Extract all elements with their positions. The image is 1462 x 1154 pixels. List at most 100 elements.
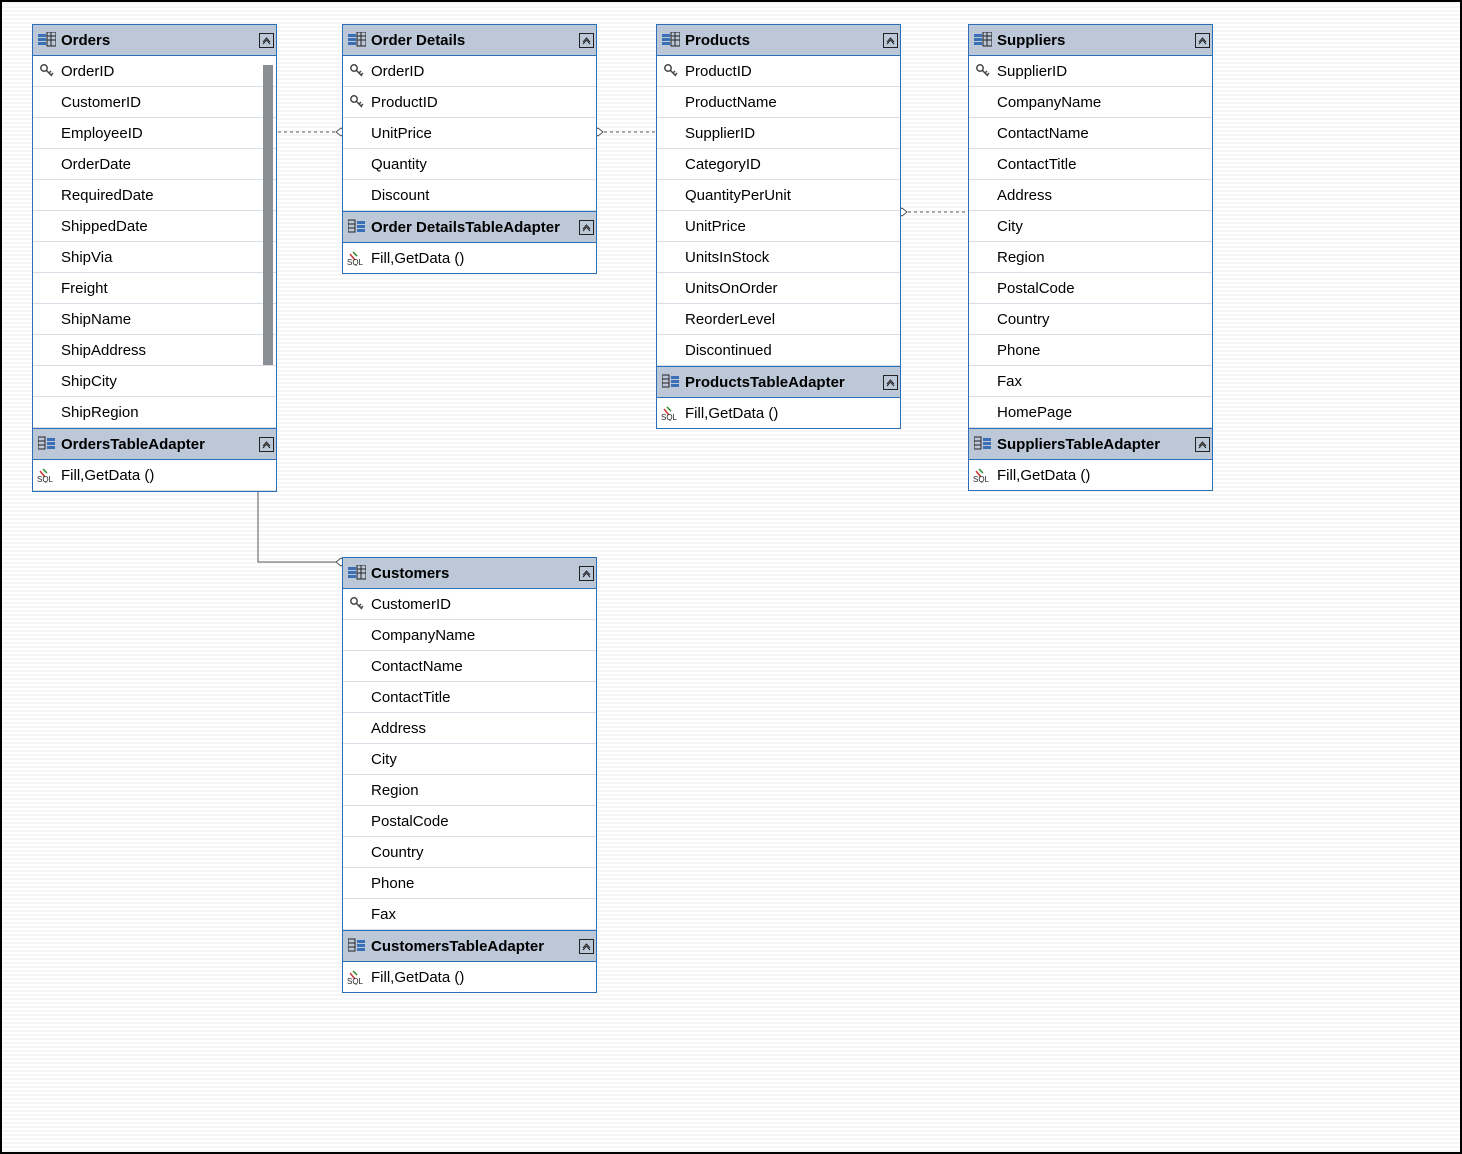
collapse-icon[interactable] bbox=[256, 33, 276, 48]
sql-icon: SQL bbox=[33, 467, 61, 483]
column-name: City bbox=[371, 748, 596, 771]
column-row[interactable]: Address bbox=[343, 713, 596, 744]
collapse-icon[interactable] bbox=[1192, 33, 1212, 48]
table-suppliers[interactable]: Suppliers SupplierID CompanyName ContactNam… bbox=[968, 24, 1213, 491]
table-orders[interactable]: OrdersOrderIDCustomerIDEmployeeID OrderDa… bbox=[32, 24, 277, 492]
table-icon bbox=[343, 565, 371, 581]
adapter-icon bbox=[343, 938, 371, 954]
column-row[interactable]: ProductID bbox=[343, 87, 596, 118]
adapter-method-row[interactable]: SQLFill,GetData () bbox=[343, 243, 596, 273]
column-row[interactable]: PostalCode bbox=[343, 806, 596, 837]
collapse-icon[interactable] bbox=[576, 220, 596, 235]
column-row[interactable]: ContactName bbox=[969, 118, 1212, 149]
column-name: ShipAddress bbox=[61, 339, 276, 362]
table-header[interactable]: Products bbox=[657, 25, 900, 56]
column-name: Discontinued bbox=[685, 339, 900, 362]
column-row[interactable]: OrderID bbox=[33, 56, 276, 87]
column-name: CompanyName bbox=[997, 91, 1212, 114]
adapter-method-row[interactable]: SQLFill,GetData () bbox=[969, 460, 1212, 490]
column-row[interactable]: Freight bbox=[33, 273, 276, 304]
collapse-icon[interactable] bbox=[256, 437, 276, 452]
column-row[interactable]: Discount bbox=[343, 180, 596, 211]
table-header[interactable]: Customers bbox=[343, 558, 596, 589]
column-row[interactable]: CompanyName bbox=[969, 87, 1212, 118]
column-row[interactable]: UnitsOnOrder bbox=[657, 273, 900, 304]
column-row[interactable]: CustomerID bbox=[343, 589, 596, 620]
column-row[interactable]: Discontinued bbox=[657, 335, 900, 366]
column-name: CompanyName bbox=[371, 624, 596, 647]
column-row[interactable]: PostalCode bbox=[969, 273, 1212, 304]
column-row[interactable]: ProductID bbox=[657, 56, 900, 87]
column-row[interactable]: Fax bbox=[343, 899, 596, 930]
adapter-method-row[interactable]: SQLFill,GetData () bbox=[343, 962, 596, 992]
column-row[interactable]: City bbox=[343, 744, 596, 775]
table-header[interactable]: Orders bbox=[33, 25, 276, 56]
adapter-method: Fill,GetData () bbox=[371, 247, 596, 270]
table-title: Suppliers bbox=[997, 29, 1192, 52]
adapter-header[interactable]: SuppliersTableAdapter bbox=[969, 428, 1212, 460]
column-row[interactable]: EmployeeID bbox=[33, 118, 276, 149]
column-row[interactable]: ShipVia bbox=[33, 242, 276, 273]
column-row[interactable]: OrderID bbox=[343, 56, 596, 87]
column-row[interactable]: CategoryID bbox=[657, 149, 900, 180]
column-row[interactable]: SupplierID bbox=[969, 56, 1212, 87]
column-row[interactable]: SupplierID bbox=[657, 118, 900, 149]
column-row[interactable]: UnitPrice bbox=[657, 211, 900, 242]
dataset-designer-canvas[interactable]: OrdersOrderIDCustomerIDEmployeeIDOrderDa… bbox=[0, 0, 1462, 1154]
column-row[interactable]: Region bbox=[969, 242, 1212, 273]
column-row[interactable]: ProductName bbox=[657, 87, 900, 118]
column-row[interactable]: HomePage bbox=[969, 397, 1212, 428]
column-row[interactable]: Quantity bbox=[343, 149, 596, 180]
collapse-icon[interactable] bbox=[1192, 437, 1212, 452]
column-row[interactable]: City bbox=[969, 211, 1212, 242]
column-row[interactable]: Address bbox=[969, 180, 1212, 211]
scrollbar-thumb[interactable] bbox=[263, 65, 273, 365]
table-order-details[interactable]: Order DetailsOrderIDProductIDUnitPriceQu… bbox=[342, 24, 597, 274]
column-row[interactable]: ContactTitle bbox=[343, 682, 596, 713]
column-row[interactable]: RequiredDate bbox=[33, 180, 276, 211]
collapse-icon[interactable] bbox=[576, 939, 596, 954]
column-row[interactable]: ShipAddress bbox=[33, 335, 276, 366]
table-title: Products bbox=[685, 29, 880, 52]
column-row[interactable]: ContactTitle bbox=[969, 149, 1212, 180]
column-name: OrderDate bbox=[61, 153, 276, 176]
column-row[interactable]: UnitPrice bbox=[343, 118, 596, 149]
column-row[interactable]: ShipRegion bbox=[33, 397, 276, 428]
collapse-icon[interactable] bbox=[576, 33, 596, 48]
column-row[interactable]: ShipCity bbox=[33, 366, 276, 397]
column-row[interactable]: ReorderLevel bbox=[657, 304, 900, 335]
column-row[interactable]: Region bbox=[343, 775, 596, 806]
column-row[interactable]: Country bbox=[343, 837, 596, 868]
collapse-icon[interactable] bbox=[880, 33, 900, 48]
column-row[interactable]: Phone bbox=[343, 868, 596, 899]
column-row[interactable]: OrderDate bbox=[33, 149, 276, 180]
column-row[interactable]: Phone bbox=[969, 335, 1212, 366]
column-row[interactable]: CompanyName bbox=[343, 620, 596, 651]
column-row[interactable]: UnitsInStock bbox=[657, 242, 900, 273]
svg-text:SQL: SQL bbox=[661, 413, 678, 421]
adapter-header[interactable]: Order DetailsTableAdapter bbox=[343, 211, 596, 243]
column-row[interactable]: ShippedDate bbox=[33, 211, 276, 242]
column-name: SupplierID bbox=[685, 122, 900, 145]
column-row[interactable]: Country bbox=[969, 304, 1212, 335]
collapse-icon[interactable] bbox=[576, 566, 596, 581]
adapter-title: Order DetailsTableAdapter bbox=[371, 216, 576, 239]
column-row[interactable]: QuantityPerUnit bbox=[657, 180, 900, 211]
adapter-method-row[interactable]: SQLFill,GetData () bbox=[33, 460, 276, 491]
table-products[interactable]: Products ProductIDProductName SupplierID Ca… bbox=[656, 24, 901, 429]
column-row[interactable]: ContactName bbox=[343, 651, 596, 682]
table-customers[interactable]: CustomersCustomerID CompanyName ContactNam… bbox=[342, 557, 597, 993]
adapter-method-row[interactable]: SQLFill,GetData () bbox=[657, 398, 900, 428]
column-name: UnitPrice bbox=[685, 215, 900, 238]
column-row[interactable]: CustomerID bbox=[33, 87, 276, 118]
adapter-header[interactable]: ProductsTableAdapter bbox=[657, 366, 900, 398]
table-header[interactable]: Suppliers bbox=[969, 25, 1212, 56]
collapse-icon[interactable] bbox=[880, 375, 900, 390]
column-name: UnitsInStock bbox=[685, 246, 900, 269]
svg-text:SQL: SQL bbox=[37, 475, 54, 483]
table-header[interactable]: Order Details bbox=[343, 25, 596, 56]
column-row[interactable]: Fax bbox=[969, 366, 1212, 397]
adapter-header[interactable]: OrdersTableAdapter bbox=[33, 428, 276, 460]
adapter-header[interactable]: CustomersTableAdapter bbox=[343, 930, 596, 962]
column-row[interactable]: ShipName bbox=[33, 304, 276, 335]
